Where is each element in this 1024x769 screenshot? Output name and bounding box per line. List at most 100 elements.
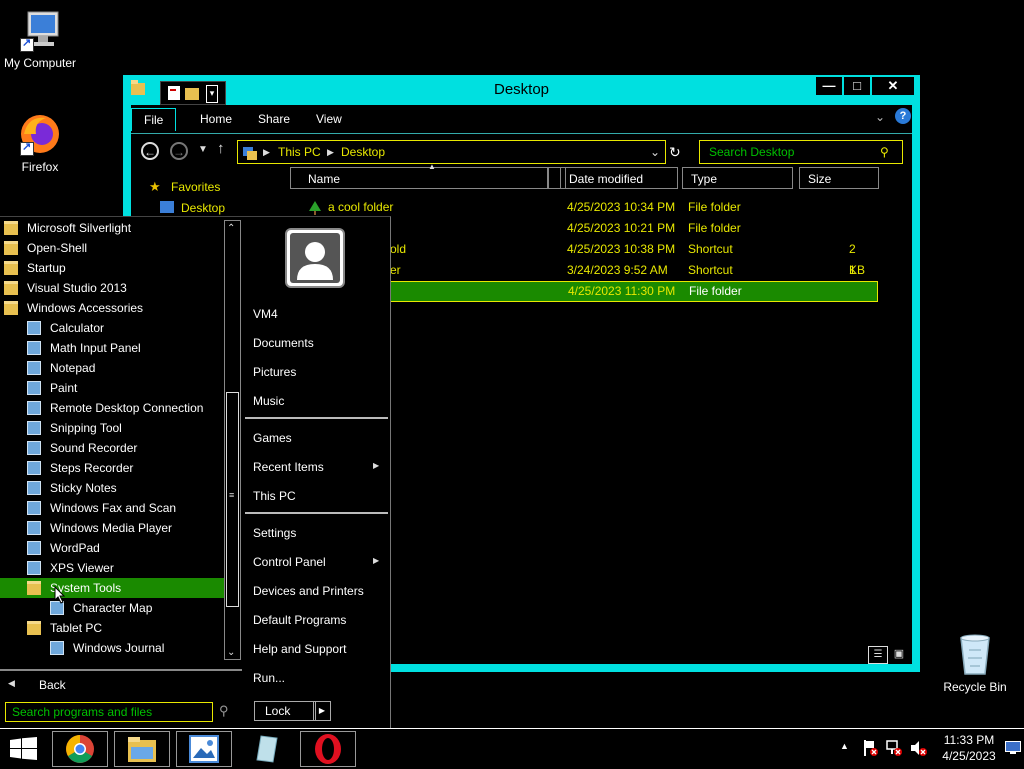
action-center-icon[interactable] [862, 739, 878, 760]
program-item[interactable]: Open-Shell [0, 238, 224, 258]
scroll-down-icon[interactable]: ⌄ [227, 647, 235, 658]
nav-favorites[interactable]: Favorites [171, 180, 220, 194]
program-item[interactable]: WordPad [0, 538, 224, 558]
program-item[interactable]: Windows Fax and Scan [0, 498, 224, 518]
program-item[interactable]: Steps Recorder [0, 458, 224, 478]
file-date: 4/25/2023 11:30 PM [568, 284, 676, 298]
menu-devices-printers[interactable]: Devices and Printers [253, 581, 364, 601]
menu-default-programs[interactable]: Default Programs [253, 610, 346, 630]
desktop-icon-my-computer[interactable]: My Computer [0, 8, 80, 70]
program-item[interactable]: Sticky Notes [0, 478, 224, 498]
start-menu: Microsoft Silverlight Open-Shell Startup Vi… [0, 216, 391, 729]
program-label: Windows Media Player [50, 521, 173, 535]
show-desktop-icon[interactable] [1005, 741, 1021, 758]
nav-desktop[interactable]: Desktop [181, 201, 225, 215]
program-item[interactable]: Sound Recorder [0, 438, 224, 458]
program-item[interactable]: Remote Desktop Connection [0, 398, 224, 418]
column-type[interactable]: Type [682, 167, 793, 189]
tab-view[interactable]: View [316, 108, 342, 130]
up-arrow-icon[interactable]: ↑ [217, 140, 225, 157]
shutdown-options-icon[interactable]: ▶ [313, 701, 331, 721]
forward-icon[interactable]: → [170, 142, 188, 160]
chevron-down-icon[interactable]: ⌄ [875, 110, 885, 124]
program-item[interactable]: Windows Accessories [0, 298, 224, 318]
chrome-icon[interactable] [52, 731, 108, 767]
tab-file[interactable]: File [131, 108, 177, 131]
column-name[interactable]: Name [290, 167, 548, 189]
file-date: 4/25/2023 10:21 PM [567, 221, 676, 235]
programs-scrollbar[interactable]: ⌃ ≡ ⌄ [224, 220, 241, 660]
address-bar[interactable]: ▶ This PC ▶ Desktop ⌄ ↻ [237, 140, 681, 164]
program-label: Microsoft Silverlight [27, 221, 132, 235]
recent-locations-icon[interactable]: ▼ [198, 144, 208, 155]
program-item[interactable]: XPS Viewer [0, 558, 224, 578]
program-item[interactable]: Notepad [0, 358, 224, 378]
program-item[interactable]: Calculator [0, 318, 224, 338]
menu-games[interactable]: Games [253, 428, 292, 448]
program-item[interactable]: Character Map [0, 598, 224, 618]
program-item[interactable]: Tablet PC [0, 618, 224, 638]
large-icons-view-icon[interactable]: ▣ [891, 646, 907, 662]
search-icon[interactable]: ⚲ [219, 703, 229, 719]
program-item[interactable]: System Tools [0, 578, 224, 598]
desktop-icon-firefox[interactable]: Firefox [0, 112, 80, 174]
breadcrumb-this-pc[interactable]: This PC [278, 141, 321, 163]
user-name[interactable]: VM4 [253, 304, 278, 324]
minimize-button[interactable]: — [816, 77, 842, 95]
start-search-input[interactable]: Search programs and files [5, 702, 213, 722]
menu-pictures[interactable]: Pictures [253, 362, 296, 382]
program-item[interactable]: Visual Studio 2013 [0, 278, 224, 298]
back-icon[interactable]: ← [141, 142, 159, 160]
program-label: Character Map [73, 601, 153, 615]
show-hidden-icons-icon[interactable]: ▲ [840, 741, 849, 751]
photos-icon[interactable] [176, 731, 232, 767]
app-icon [27, 501, 41, 515]
volume-muted-icon[interactable] [910, 739, 928, 760]
recycle-bin-icon [953, 632, 997, 676]
program-item[interactable]: Paint [0, 378, 224, 398]
menu-this-pc[interactable]: This PC [253, 486, 296, 506]
network-icon[interactable] [886, 739, 902, 760]
tab-home[interactable]: Home [200, 108, 232, 130]
menu-help-support[interactable]: Help and Support [253, 639, 346, 659]
list-item[interactable]: a cool folder 4/25/2023 10:34 PM File fo… [296, 197, 874, 218]
close-button[interactable]: ✕ [872, 77, 914, 95]
scroll-up-icon[interactable]: ⌃ [227, 223, 235, 234]
opera-icon[interactable] [300, 731, 356, 767]
maximize-button[interactable]: □ [844, 77, 870, 95]
scrollbar-thumb[interactable]: ≡ [226, 392, 239, 607]
tab-share[interactable]: Share [258, 108, 290, 130]
tablet-icon[interactable] [238, 731, 294, 767]
lock-button[interactable]: Lock [254, 701, 316, 721]
search-box[interactable]: Search Desktop ⚲ [699, 140, 903, 164]
breadcrumb-desktop[interactable]: Desktop [341, 141, 385, 163]
menu-settings[interactable]: Settings [253, 523, 296, 543]
file-date: 4/25/2023 10:38 PM [567, 242, 676, 256]
back-button[interactable]: Back [39, 678, 66, 692]
menu-music[interactable]: Music [253, 391, 284, 411]
menu-recent-items[interactable]: Recent Items [253, 457, 324, 477]
clock-date[interactable]: 4/25/2023 [936, 749, 1002, 763]
file-type: File folder [688, 200, 741, 214]
menu-run[interactable]: Run... [253, 668, 285, 688]
user-avatar[interactable] [287, 230, 343, 286]
clock-time[interactable]: 11:33 PM [936, 733, 1002, 747]
program-item[interactable]: Windows Journal [0, 638, 224, 658]
windows-start-icon[interactable] [10, 737, 38, 764]
details-view-icon[interactable]: ☰ [868, 646, 888, 664]
menu-documents[interactable]: Documents [253, 333, 314, 353]
help-icon[interactable]: ? [895, 108, 911, 124]
menu-control-panel[interactable]: Control Panel [253, 552, 326, 572]
column-date-modified[interactable]: Date modified [560, 167, 678, 189]
desktop-icon-recycle-bin[interactable]: Recycle Bin [935, 632, 1015, 694]
app-icon [50, 641, 64, 655]
program-item[interactable]: Math Input Panel [0, 338, 224, 358]
refresh-icon[interactable]: ↻ [669, 141, 681, 163]
program-item[interactable]: Startup [0, 258, 224, 278]
address-dropdown-icon[interactable]: ⌄ [650, 141, 660, 163]
program-item[interactable]: Windows Media Player [0, 518, 224, 538]
program-item[interactable]: Microsoft Silverlight [0, 218, 224, 238]
program-item[interactable]: Snipping Tool [0, 418, 224, 438]
column-size[interactable]: Size [799, 167, 879, 189]
file-explorer-icon[interactable] [114, 731, 170, 767]
